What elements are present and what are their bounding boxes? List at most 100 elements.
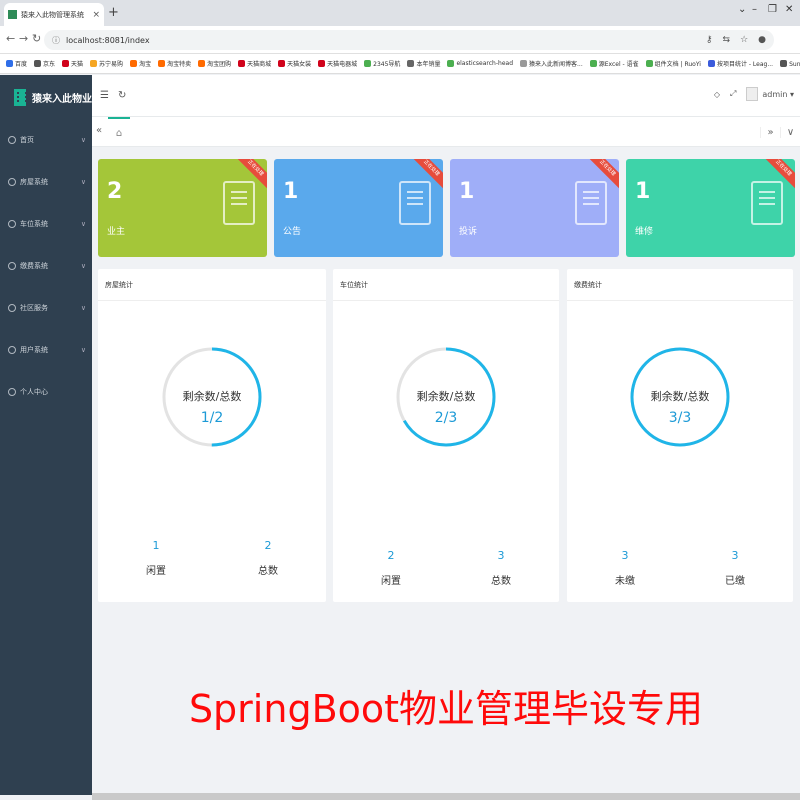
building-icon — [8, 10, 17, 19]
sidebar-menu: 首页 ∨ 房屋系统 ∨ 车位系统 ∨ 缴费系统 ∨ 社区服务 ∨ 用户系统 ∨ 个人中心 — [0, 119, 92, 413]
stat-card[interactable]: 2 业主 正在处理 — [98, 159, 267, 257]
refresh-icon[interactable]: ↻ — [118, 90, 126, 101]
tag-icon[interactable]: ◇ — [714, 90, 720, 99]
bookmark-label: Sunny-Ngrok内网... — [789, 61, 800, 68]
menu-item-icon — [8, 136, 16, 144]
sidebar-item[interactable]: 用户系统 ∨ — [0, 329, 92, 371]
panel-stat-label: 已缴 — [725, 576, 745, 587]
menu-toggle-icon[interactable]: ☰ — [100, 90, 109, 101]
browser-tab[interactable]: 猿来入此物管理系统 × — [4, 3, 104, 26]
sidebar-item-label: 社区服务 — [20, 304, 48, 312]
scroll-right-icon[interactable]: » — [760, 126, 780, 138]
menu-item-icon — [8, 346, 16, 354]
bookmark-item[interactable]: 淘宝团购 — [198, 59, 231, 68]
bookmark-item[interactable]: elasticsearch-head — [447, 60, 513, 67]
sidebar-item[interactable]: 缴费系统 ∨ — [0, 245, 92, 287]
document-icon — [751, 181, 783, 225]
bookmark-favicon-icon — [364, 60, 372, 67]
bookmark-item[interactable]: 天猫电器城 — [318, 59, 357, 68]
key-icon[interactable]: ⚷ — [706, 35, 713, 45]
sidebar-item-label: 车位系统 — [20, 220, 48, 228]
panel-title: 缴费统计 — [567, 269, 793, 301]
bookmark-label: 淘宝团购 — [207, 61, 232, 68]
panel-stat: 3 未缴 — [595, 549, 655, 587]
bookmark-item[interactable]: 天猫女装 — [278, 59, 311, 68]
brand[interactable]: 猿来入此物业 — [0, 75, 92, 119]
back-arrow-icon[interactable]: ← — [6, 32, 15, 45]
bookmark-label: 天猫商城 — [247, 61, 272, 68]
bookmark-item[interactable]: 组件文档 | RuoYi — [645, 59, 701, 68]
sidebar-item-label: 首页 — [20, 136, 34, 144]
bookmark-favicon-icon — [90, 60, 98, 67]
bookmark-favicon-icon — [278, 60, 286, 67]
bookmark-item[interactable]: 源Excel - 语雀 — [589, 59, 639, 68]
user-menu[interactable]: admin ▾ — [746, 87, 794, 101]
bookmark-favicon-icon — [238, 60, 246, 67]
bookmark-favicon-icon — [707, 60, 715, 67]
fullscreen-icon[interactable]: ⤢ — [730, 89, 736, 99]
sidebar-item[interactable]: 车位系统 ∨ — [0, 203, 92, 245]
bookmark-item[interactable]: 淘宝特卖 — [158, 59, 191, 68]
sidebar-item-label: 缴费系统 — [20, 262, 48, 270]
stat-card[interactable]: 1 投诉 正在处理 — [450, 159, 619, 257]
bookmark-item[interactable]: 2345导航 — [364, 59, 400, 68]
reload-icon[interactable]: ↻ — [32, 32, 41, 45]
minimize-button[interactable]: – — [752, 4, 757, 15]
sidebar-item-label: 房屋系统 — [20, 178, 48, 186]
document-icon — [575, 181, 607, 225]
bookmark-favicon-icon — [130, 60, 138, 67]
bookmark-item[interactable]: 京东 — [34, 59, 55, 68]
user-name: admin ▾ — [762, 89, 794, 99]
bookmark-label: 2345导航 — [373, 61, 401, 68]
bookmark-favicon-icon — [6, 60, 13, 67]
profile-icon[interactable]: ● — [758, 35, 766, 45]
translate-icon[interactable]: ⇆ — [723, 35, 731, 45]
sidebar-item[interactable]: 房屋系统 ∨ — [0, 161, 92, 203]
tab-options-icon[interactable]: ∨ — [780, 126, 800, 138]
bookmark-item[interactable]: 猿来入此新闻博客... — [520, 59, 583, 68]
bookmark-label: 淘宝 — [139, 61, 152, 68]
stats-panel: 缴费统计 剩余数/总数 3/3 3 未缴 3 已缴 — [567, 269, 793, 602]
bookmark-favicon-icon — [780, 60, 788, 67]
maximize-button[interactable]: ❐ — [768, 4, 777, 15]
close-tab-icon[interactable]: × — [92, 10, 100, 20]
menu-item-icon — [8, 262, 16, 270]
bookmark-item[interactable]: 天猫 — [62, 59, 83, 68]
sidebar-item-label: 用户系统 — [20, 346, 48, 354]
bookmark-label: 按项目统计 - Leag... — [716, 61, 774, 68]
forward-arrow-icon[interactable]: → — [19, 32, 28, 45]
panel-stat: 3 已缴 — [705, 549, 765, 587]
chevron-down-icon: ∨ — [80, 262, 86, 270]
bookmark-item[interactable]: 天猫商城 — [238, 59, 271, 68]
bookmark-label: 天猫电器城 — [327, 61, 358, 68]
sidebar-item[interactable]: 个人中心 — [0, 371, 92, 413]
bookmark-label: 天猫女装 — [287, 61, 312, 68]
bookmark-item[interactable]: Sunny-Ngrok内网... — [780, 59, 800, 68]
avatar — [746, 87, 759, 101]
sidebar-item[interactable]: 社区服务 ∨ — [0, 287, 92, 329]
sidebar-item[interactable]: 首页 ∨ — [0, 119, 92, 161]
panel-stat: 1 闲置 — [126, 539, 186, 577]
bookmark-favicon-icon — [645, 60, 653, 67]
bookmark-item[interactable]: 淘宝 — [130, 59, 151, 68]
info-icon[interactable]: ⓘ — [52, 35, 60, 46]
panel-stat-value: 3 — [497, 549, 505, 562]
stat-card[interactable]: 1 公告 正在处理 — [274, 159, 443, 257]
chevron-down-icon[interactable]: ⌄ — [738, 4, 746, 15]
panel-stat-value: 1 — [152, 539, 160, 552]
bookmark-item[interactable]: 百度 — [6, 59, 27, 68]
star-icon[interactable]: ☆ — [740, 35, 748, 45]
sidebar: 猿来入此物业 首页 ∨ 房屋系统 ∨ 车位系统 ∨ 缴费系统 ∨ 社区服务 ∨ 用户系统 ∨ 个人中心 — [0, 75, 92, 795]
scroll-left-icon[interactable]: « — [96, 125, 102, 136]
tab-home[interactable]: ⌂ — [108, 117, 130, 147]
stat-card[interactable]: 1 维修 正在处理 — [626, 159, 795, 257]
bookmark-item[interactable]: 苏宁易购 — [90, 59, 123, 68]
panel-stat-value: 2 — [387, 549, 395, 562]
bookmark-favicon-icon — [447, 60, 455, 67]
close-window-button[interactable]: ✕ — [785, 4, 793, 15]
new-tab-button[interactable]: + — [108, 5, 119, 20]
bookmark-item[interactable]: 按项目统计 - Leag... — [707, 59, 774, 68]
bookmark-item[interactable]: 本年销量 — [407, 59, 440, 68]
ring-center-label: 剩余数/总数 — [416, 390, 476, 403]
url-field[interactable]: ⓘ localhost:8081/index ⚷ ⇆ ☆ ● — [44, 30, 774, 50]
